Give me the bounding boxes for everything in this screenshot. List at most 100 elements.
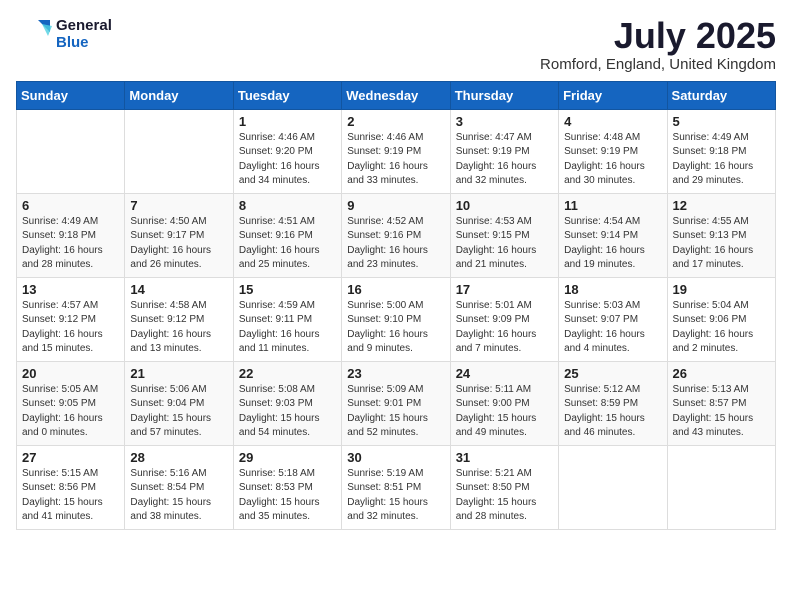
calendar-cell: 27Sunrise: 5:15 AM Sunset: 8:56 PM Dayli…: [17, 445, 125, 529]
calendar-cell: 22Sunrise: 5:08 AM Sunset: 9:03 PM Dayli…: [233, 361, 341, 445]
day-number: 4: [564, 114, 661, 129]
day-info: Sunrise: 5:03 AM Sunset: 9:07 PM Dayligh…: [564, 299, 661, 357]
calendar-cell: [559, 445, 667, 529]
calendar-cell: 26 Sunrise: 5:13 AM Sunset: 8:57 PM Dayli…: [667, 361, 775, 445]
day-number: 30: [347, 450, 444, 465]
col-header-friday: Friday: [559, 81, 667, 109]
day-number: 20: [22, 366, 119, 381]
calendar-cell: 7Sunrise: 4:50 AM Sunset: 9:17 PM Daylig…: [125, 193, 233, 277]
calendar-cell: 20 Sunrise: 5:05 AM Sunset: 9:05 PM Dayli…: [17, 361, 125, 445]
calendar-cell: 30 Sunrise: 5:19 AM Sunset: 8:51 PM Dayli…: [342, 445, 450, 529]
day-number: 15: [239, 282, 336, 297]
day-info: Sunrise: 4:51 AM Sunset: 9:16 PM Dayligh…: [239, 215, 336, 273]
day-info: Sunrise: 4:47 AM Sunset: 9:19 PM Dayligh…: [456, 131, 553, 189]
location: Romford, England, United Kingdom: [540, 56, 776, 73]
day-number: 11: [564, 198, 661, 213]
day-number: 12: [673, 198, 770, 213]
calendar-cell: 5 Sunrise: 4:49 AM Sunset: 9:18 PM Daylig…: [667, 109, 775, 193]
calendar-week-5: 27Sunrise: 5:15 AM Sunset: 8:56 PM Dayli…: [17, 445, 776, 529]
logo-graphic: [16, 16, 52, 52]
month-title: July 2025: [540, 16, 776, 56]
calendar-cell: 21Sunrise: 5:06 AM Sunset: 9:04 PM Dayli…: [125, 361, 233, 445]
calendar-cell: [17, 109, 125, 193]
day-info: Sunrise: 5:16 AM Sunset: 8:54 PM Dayligh…: [130, 467, 227, 525]
col-header-thursday: Thursday: [450, 81, 558, 109]
calendar-cell: 4 Sunrise: 4:48 AM Sunset: 9:19 PM Daylig…: [559, 109, 667, 193]
calendar-cell: [125, 109, 233, 193]
day-info: Sunrise: 4:58 AM Sunset: 9:12 PM Dayligh…: [130, 299, 227, 357]
day-info: Sunrise: 4:55 AM Sunset: 9:13 PM Dayligh…: [673, 215, 770, 273]
day-number: 5: [673, 114, 770, 129]
day-info: Sunrise: 5:18 AM Sunset: 8:53 PM Dayligh…: [239, 467, 336, 525]
day-number: 22: [239, 366, 336, 381]
day-number: 2: [347, 114, 444, 129]
day-info: Sunrise: 5:11 AM Sunset: 9:00 PM Dayligh…: [456, 383, 553, 441]
logo-text: General Blue: [56, 17, 112, 52]
day-info: Sunrise: 4:46 AM Sunset: 9:19 PM Dayligh…: [347, 131, 444, 189]
calendar-cell: [667, 445, 775, 529]
calendar-cell: 6 Sunrise: 4:49 AM Sunset: 9:18 PM Daylig…: [17, 193, 125, 277]
day-info: Sunrise: 4:59 AM Sunset: 9:11 PM Dayligh…: [239, 299, 336, 357]
day-number: 21: [130, 366, 227, 381]
day-number: 26: [673, 366, 770, 381]
logo: General Blue: [16, 16, 112, 52]
day-number: 8: [239, 198, 336, 213]
calendar-cell: 14 Sunrise: 4:58 AM Sunset: 9:12 PM Dayli…: [125, 277, 233, 361]
calendar-cell: 13 Sunrise: 4:57 AM Sunset: 9:12 PM Dayli…: [17, 277, 125, 361]
calendar-cell: 1 Sunrise: 4:46 AM Sunset: 9:20 PM Daylig…: [233, 109, 341, 193]
day-number: 25: [564, 366, 661, 381]
day-info: Sunrise: 4:49 AM Sunset: 9:18 PM Dayligh…: [673, 131, 770, 189]
calendar-cell: 16Sunrise: 5:00 AM Sunset: 9:10 PM Dayli…: [342, 277, 450, 361]
day-info: Sunrise: 4:53 AM Sunset: 9:15 PM Dayligh…: [456, 215, 553, 273]
day-number: 23: [347, 366, 444, 381]
day-info: Sunrise: 5:21 AM Sunset: 8:50 PM Dayligh…: [456, 467, 553, 525]
calendar-cell: 28 Sunrise: 5:16 AM Sunset: 8:54 PM Dayli…: [125, 445, 233, 529]
calendar-cell: 3 Sunrise: 4:47 AM Sunset: 9:19 PM Daylig…: [450, 109, 558, 193]
calendar-cell: 17Sunrise: 5:01 AM Sunset: 9:09 PM Dayli…: [450, 277, 558, 361]
day-info: Sunrise: 4:57 AM Sunset: 9:12 PM Dayligh…: [22, 299, 119, 357]
day-info: Sunrise: 5:00 AM Sunset: 9:10 PM Dayligh…: [347, 299, 444, 357]
day-number: 6: [22, 198, 119, 213]
day-number: 31: [456, 450, 553, 465]
calendar-week-4: 20 Sunrise: 5:05 AM Sunset: 9:05 PM Dayli…: [17, 361, 776, 445]
calendar-header-row: SundayMondayTuesdayWednesdayThursdayFrid…: [17, 81, 776, 109]
calendar-cell: 2 Sunrise: 4:46 AM Sunset: 9:19 PM Daylig…: [342, 109, 450, 193]
day-number: 28: [130, 450, 227, 465]
calendar-cell: 25Sunrise: 5:12 AM Sunset: 8:59 PM Dayli…: [559, 361, 667, 445]
col-header-saturday: Saturday: [667, 81, 775, 109]
calendar-table: SundayMondayTuesdayWednesdayThursdayFrid…: [16, 81, 776, 530]
day-info: Sunrise: 5:05 AM Sunset: 9:05 PM Dayligh…: [22, 383, 119, 441]
logo-container: General Blue: [16, 16, 112, 52]
day-info: Sunrise: 5:15 AM Sunset: 8:56 PM Dayligh…: [22, 467, 119, 525]
day-info: Sunrise: 5:13 AM Sunset: 8:57 PM Dayligh…: [673, 383, 770, 441]
calendar-cell: 23 Sunrise: 5:09 AM Sunset: 9:01 PM Dayli…: [342, 361, 450, 445]
calendar-week-2: 6 Sunrise: 4:49 AM Sunset: 9:18 PM Daylig…: [17, 193, 776, 277]
calendar-cell: 9 Sunrise: 4:52 AM Sunset: 9:16 PM Daylig…: [342, 193, 450, 277]
day-number: 19: [673, 282, 770, 297]
calendar-week-1: 1 Sunrise: 4:46 AM Sunset: 9:20 PM Daylig…: [17, 109, 776, 193]
day-info: Sunrise: 4:52 AM Sunset: 9:16 PM Dayligh…: [347, 215, 444, 273]
calendar-cell: 31 Sunrise: 5:21 AM Sunset: 8:50 PM Dayli…: [450, 445, 558, 529]
day-info: Sunrise: 4:48 AM Sunset: 9:19 PM Dayligh…: [564, 131, 661, 189]
col-header-sunday: Sunday: [17, 81, 125, 109]
day-number: 3: [456, 114, 553, 129]
day-info: Sunrise: 4:49 AM Sunset: 9:18 PM Dayligh…: [22, 215, 119, 273]
calendar-cell: 18 Sunrise: 5:03 AM Sunset: 9:07 PM Dayli…: [559, 277, 667, 361]
day-info: Sunrise: 5:19 AM Sunset: 8:51 PM Dayligh…: [347, 467, 444, 525]
col-header-monday: Monday: [125, 81, 233, 109]
day-number: 1: [239, 114, 336, 129]
calendar-cell: 15 Sunrise: 4:59 AM Sunset: 9:11 PM Dayli…: [233, 277, 341, 361]
day-number: 14: [130, 282, 227, 297]
day-info: Sunrise: 4:46 AM Sunset: 9:20 PM Dayligh…: [239, 131, 336, 189]
calendar-cell: 19 Sunrise: 5:04 AM Sunset: 9:06 PM Dayli…: [667, 277, 775, 361]
day-info: Sunrise: 5:09 AM Sunset: 9:01 PM Dayligh…: [347, 383, 444, 441]
title-area: July 2025 Romford, England, United Kingd…: [540, 16, 776, 73]
calendar-cell: 29Sunrise: 5:18 AM Sunset: 8:53 PM Dayli…: [233, 445, 341, 529]
day-number: 18: [564, 282, 661, 297]
day-number: 10: [456, 198, 553, 213]
day-number: 13: [22, 282, 119, 297]
calendar-cell: 24Sunrise: 5:11 AM Sunset: 9:00 PM Dayli…: [450, 361, 558, 445]
day-info: Sunrise: 5:04 AM Sunset: 9:06 PM Dayligh…: [673, 299, 770, 357]
day-number: 9: [347, 198, 444, 213]
day-info: Sunrise: 5:01 AM Sunset: 9:09 PM Dayligh…: [456, 299, 553, 357]
